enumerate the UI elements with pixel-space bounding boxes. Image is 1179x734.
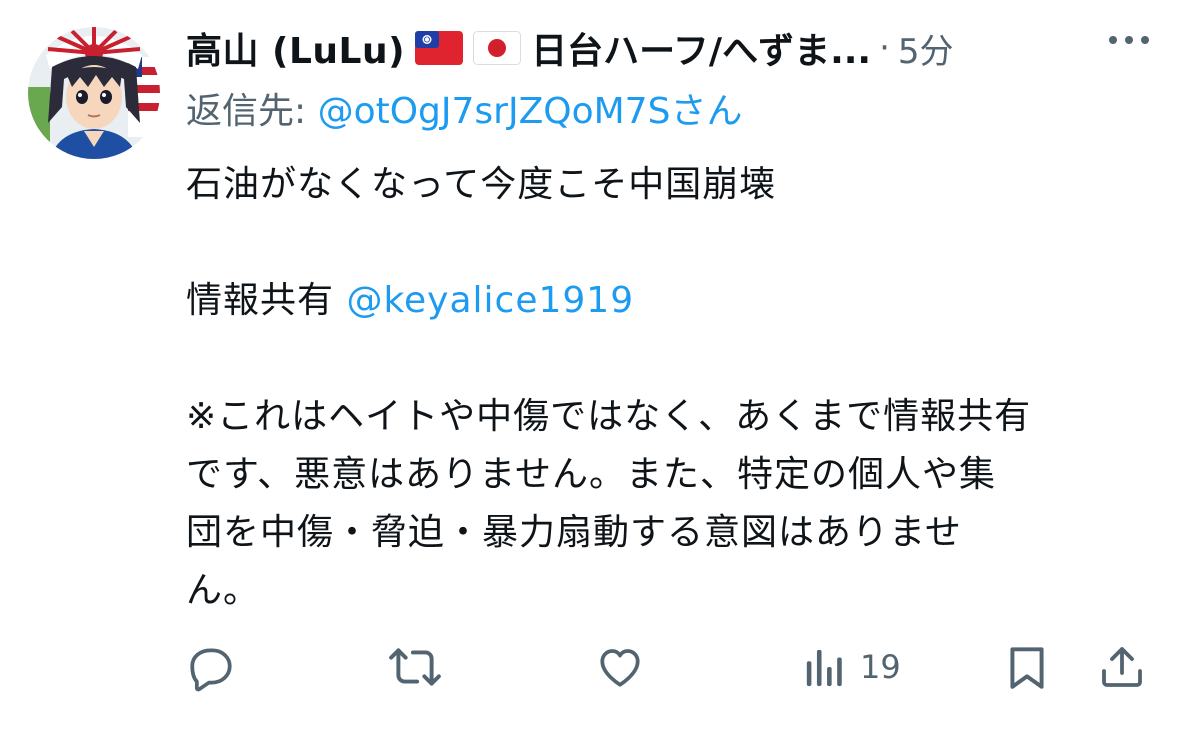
retweet-icon — [389, 648, 441, 686]
share-icon — [1102, 647, 1142, 687]
reply-to-line: 返信先: @otOgJ7srJZQoM7Sさん — [186, 82, 742, 134]
like-button[interactable] — [594, 638, 646, 696]
author-name-suffix[interactable]: 日台ハーフ/へずま... — [531, 22, 871, 74]
bookmark-button[interactable] — [1004, 638, 1050, 696]
bookmark-icon — [1010, 647, 1044, 689]
reply-to-suffix[interactable]: さん — [670, 91, 742, 132]
mention-link[interactable]: @keyalice1919 — [346, 280, 634, 321]
avatar-image — [28, 27, 160, 159]
views-bar-icon — [806, 649, 842, 687]
tweet-text-line: 団を中傷・脅迫・暴力扇動する意図はありませ — [186, 512, 962, 553]
tweet-header: 高山 (LuLu) 日台ハーフ/へずま... · 5分 — [186, 20, 954, 76]
retweet-button[interactable] — [388, 638, 442, 696]
views-count: 19 — [860, 648, 901, 686]
reply-to-handle[interactable]: @otOgJ7srJZQoM7S — [318, 91, 671, 132]
share-button[interactable] — [1098, 638, 1146, 696]
reply-icon — [190, 648, 232, 692]
more-dot — [1125, 36, 1133, 44]
tweet-text-line: ※これはヘイトや中傷ではなく、あくまで情報共有 — [186, 396, 1032, 437]
action-bar: 19 — [186, 638, 1151, 696]
reply-button[interactable] — [186, 638, 236, 696]
tweet-text-line: 石油がなくなって今度こそ中国崩壊 — [186, 164, 777, 205]
tweet-text-line: です、悪意はありません。また、特定の個人や集 — [186, 454, 997, 495]
taiwan-flag-icon — [415, 31, 464, 65]
more-dot — [1141, 36, 1149, 44]
japan-flag-icon — [473, 31, 522, 65]
more-options-icon[interactable] — [1109, 36, 1149, 44]
author-name[interactable]: 高山 (LuLu) — [186, 22, 405, 74]
heart-icon — [600, 649, 640, 687]
tweet-text-line: ん。 — [186, 570, 261, 611]
tweet-timestamp[interactable]: 5分 — [898, 24, 954, 73]
header-separator: · — [879, 28, 890, 68]
tweet-body: 石油がなくなって今度こそ中国崩壊 情報共有 @keyalice1919 ※これは… — [186, 156, 1146, 620]
more-dot — [1109, 36, 1117, 44]
views-button[interactable]: 19 — [802, 638, 901, 696]
info-share-label: 情報共有 — [186, 280, 347, 321]
tweet[interactable]: 高山 (LuLu) 日台ハーフ/へずま... · 5分 返信先: @otOgJ7… — [0, 0, 1179, 734]
reply-to-prefix: 返信先: — [186, 91, 318, 132]
tweet-text-line: 情報共有 @keyalice1919 — [186, 272, 1146, 330]
avatar[interactable] — [28, 27, 160, 159]
